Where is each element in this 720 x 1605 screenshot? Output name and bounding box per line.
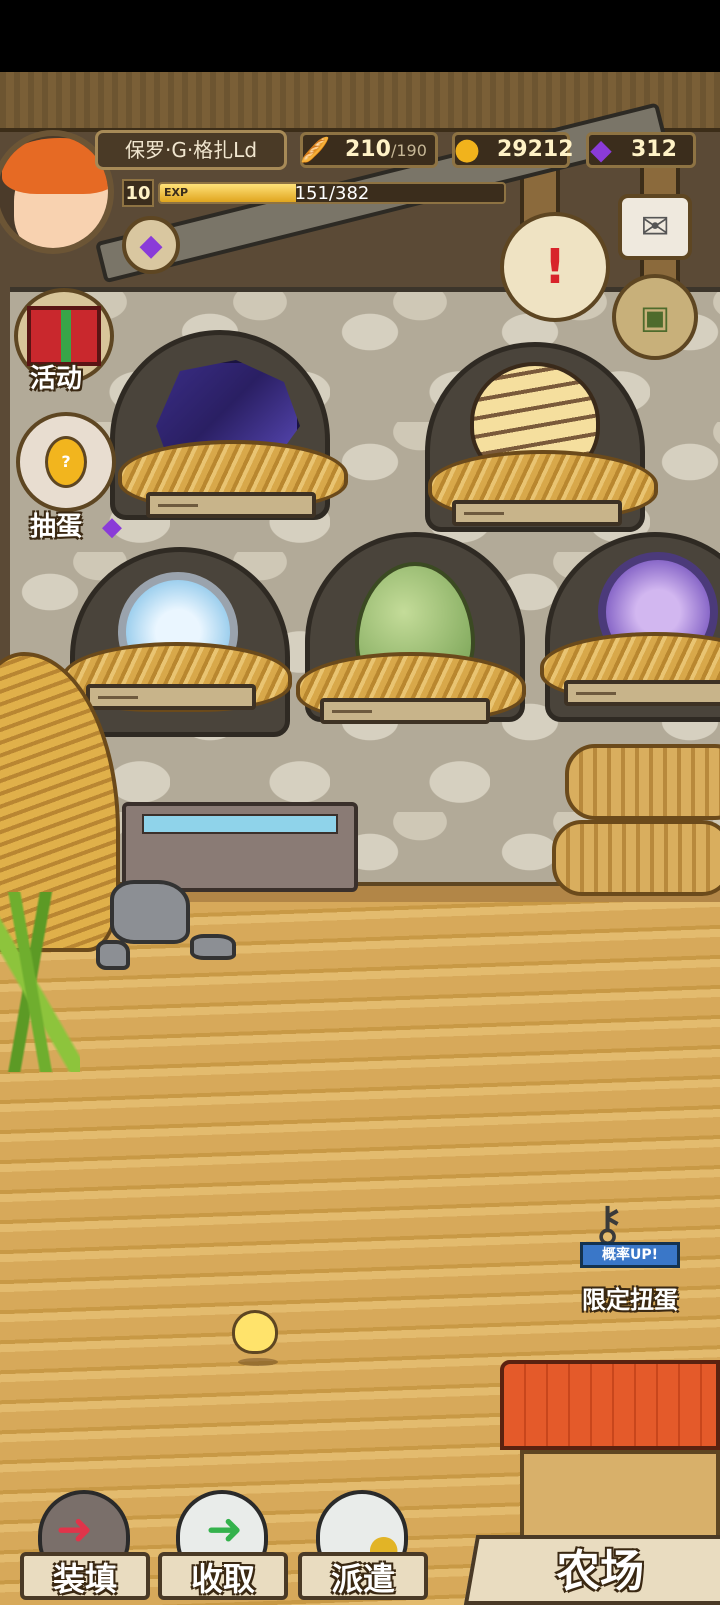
rate-up-badge: 概率UP! bbox=[580, 1242, 680, 1268]
hay-bale bbox=[552, 820, 720, 896]
nest-progress-bar bbox=[158, 504, 198, 507]
collect-button[interactable]: ➜ 收取 bbox=[158, 1490, 288, 1605]
activity-label: 活动 bbox=[30, 364, 83, 394]
nest-progress-bar bbox=[98, 696, 138, 699]
limited-gacha-label: 限定扭蛋 bbox=[582, 1286, 678, 1314]
bag-button[interactable]: ▣ bbox=[612, 274, 698, 360]
backpack-icon: ▣ bbox=[639, 298, 671, 336]
collect-label: 收取 bbox=[190, 1560, 255, 1598]
grass-tuft bbox=[0, 892, 80, 1072]
chick-sprite[interactable] bbox=[232, 1310, 278, 1354]
status-bar bbox=[0, 0, 720, 72]
gold-counter[interactable]: ● 29212 bbox=[452, 132, 574, 168]
nest-plate bbox=[452, 500, 622, 526]
exp-bar: EXP 151/382 bbox=[158, 182, 506, 204]
gacha-label: 抽蛋 bbox=[30, 512, 83, 542]
bread-counter[interactable]: 🥖 210/190 bbox=[300, 132, 438, 168]
load-label: 装填 bbox=[52, 1560, 117, 1598]
rock bbox=[110, 880, 190, 944]
gold-coin-icon: ● bbox=[453, 132, 481, 167]
farm-roof bbox=[500, 1360, 720, 1450]
add-gem-button[interactable]: ◆ bbox=[122, 216, 180, 274]
gacha-egg-icon: ? bbox=[45, 436, 87, 488]
farm-label: 农场 bbox=[556, 1546, 644, 1597]
bread-icon: 🥖 bbox=[300, 136, 330, 164]
nest-progress-bar bbox=[332, 710, 372, 713]
gold-value: 29212 bbox=[497, 137, 574, 162]
nest-plate bbox=[320, 698, 490, 724]
limited-gacha-button[interactable]: ⚷ 概率UP! 限定扭蛋 bbox=[560, 1196, 700, 1322]
gift-icon bbox=[27, 306, 101, 366]
gem-value: 312 bbox=[631, 137, 677, 162]
gacha-gem-icon: ◆ bbox=[102, 512, 122, 542]
load-button[interactable]: ➜ 装填 bbox=[20, 1490, 150, 1605]
nest-plate bbox=[86, 684, 256, 710]
top-hud: 保罗·G·格扎Ld 🥖 210/190 ● 29212 ◆ 312 10 EXP… bbox=[0, 72, 720, 360]
trough-water bbox=[142, 814, 338, 834]
dispatch-button[interactable]: ● 派遣 bbox=[298, 1490, 428, 1605]
rock bbox=[190, 934, 236, 960]
gem-plus-icon: ◆ bbox=[139, 227, 163, 263]
farm-button[interactable]: 农场 bbox=[463, 1360, 720, 1605]
chick-shadow bbox=[238, 1358, 278, 1366]
hay-bale bbox=[565, 744, 720, 820]
mail-envelope-icon: ✉ bbox=[640, 207, 670, 247]
rock bbox=[96, 940, 130, 970]
water-trough bbox=[122, 802, 358, 892]
nest-plate bbox=[564, 680, 720, 706]
player-name: 保罗·G·格扎Ld bbox=[95, 130, 287, 170]
player-level: 10 bbox=[122, 179, 154, 207]
exp-text: 151/382 bbox=[294, 183, 370, 204]
nest-progress-bar bbox=[464, 512, 504, 515]
nest-progress-bar bbox=[576, 692, 616, 695]
dispatch-label: 派遣 bbox=[330, 1560, 395, 1598]
nest-plate bbox=[146, 492, 316, 518]
bread-value: 210 bbox=[345, 137, 391, 162]
gem-counter[interactable]: ◆ 312 bbox=[586, 132, 696, 168]
purple-gem-icon: ◆ bbox=[590, 133, 612, 166]
quest-button[interactable]: ! bbox=[500, 212, 610, 322]
collect-arrow-icon: ➜ bbox=[206, 1504, 243, 1555]
gacha-button[interactable]: ? bbox=[16, 412, 116, 512]
load-arrow-icon: ➜ bbox=[56, 1504, 93, 1555]
quest-scroll-icon: ! bbox=[544, 239, 566, 295]
mail-button[interactable]: ✉ bbox=[618, 194, 692, 260]
bread-max: /190 bbox=[390, 141, 427, 160]
